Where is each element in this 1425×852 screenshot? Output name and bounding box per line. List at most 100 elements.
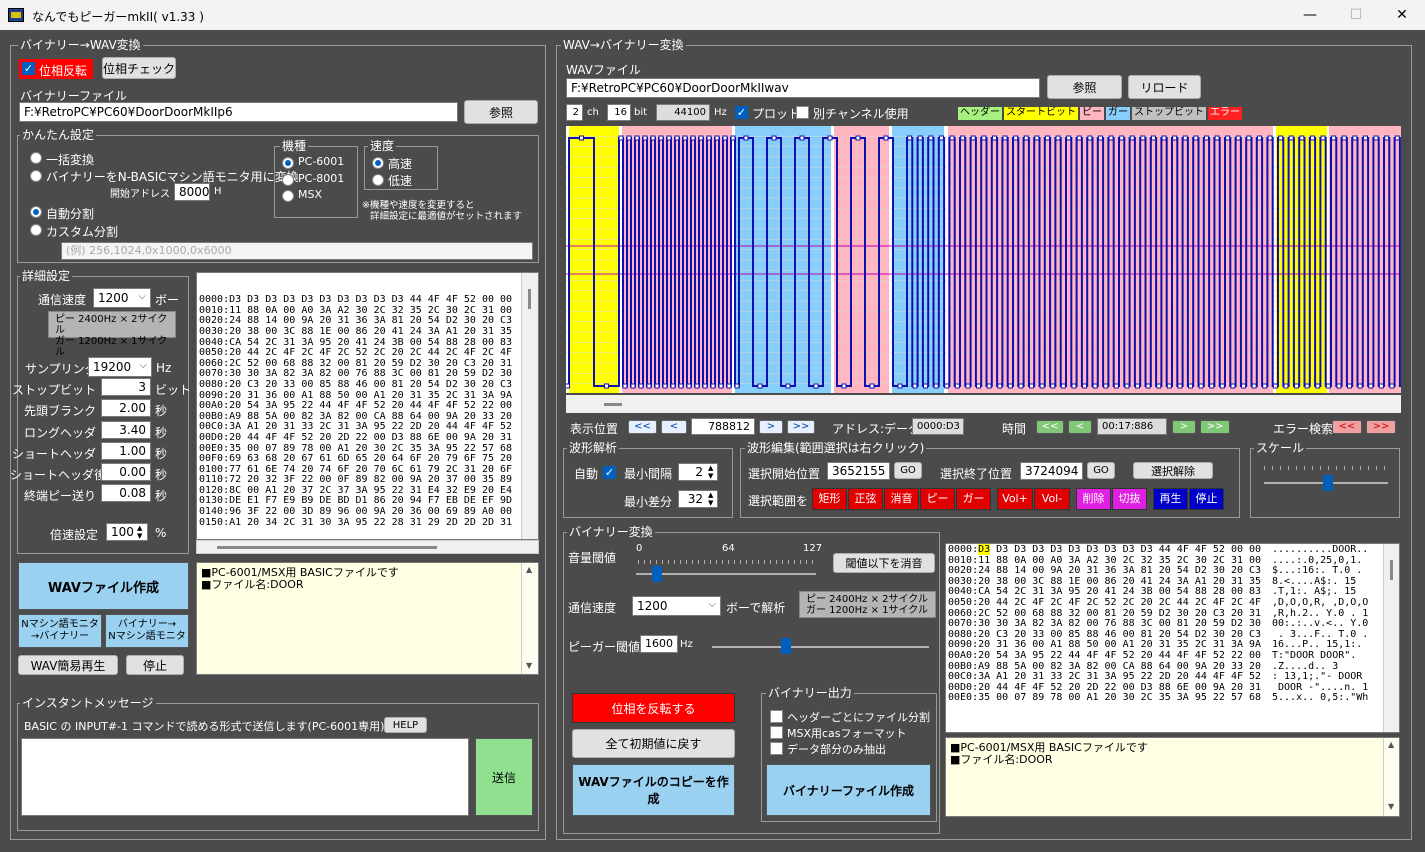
edit-mute-button[interactable]: 消音 (884, 488, 919, 510)
edit-vol-down-button[interactable]: Vol- (1034, 488, 1070, 510)
edit-vol-up-button[interactable]: Vol+ (997, 488, 1033, 510)
custom-split-input[interactable]: (例) 256,1024,0x1000,0x6000 (61, 242, 533, 260)
error-prev-button[interactable]: << (1332, 420, 1362, 434)
edit-play-button[interactable]: 再生 (1153, 488, 1188, 510)
wavfile-browse-button[interactable]: 参照 (1047, 75, 1122, 99)
wavfile-input[interactable]: F:¥RetroPC¥PC60¥DoorDoorMkIIwav (566, 78, 1040, 98)
edit-delete-button[interactable]: 削除 (1076, 488, 1111, 510)
short-header-input[interactable]: 1.00 (101, 442, 151, 460)
sel-start-input[interactable]: 3652155 (827, 462, 890, 480)
scroll-down-icon[interactable]: ▼ (526, 661, 532, 670)
after-short-header-input[interactable]: 0.00 (101, 463, 151, 481)
sel-end-input[interactable]: 3724094 (1020, 462, 1083, 480)
time-next-button[interactable]: > (1172, 420, 1196, 434)
phase-invert-toggle[interactable]: ✓ 位相反転 (19, 59, 93, 79)
display-pos-input[interactable]: 788812 (691, 418, 755, 435)
scroll-down-icon[interactable]: ▼ (1388, 802, 1394, 811)
make-binary-button[interactable]: バイナリーファイル作成 (766, 764, 931, 816)
stopbit-input[interactable]: 3 (101, 378, 151, 396)
sampling-select[interactable]: 19200 (88, 357, 152, 377)
time-first-button[interactable]: << (1036, 420, 1064, 434)
pos-first-button[interactable]: << (628, 420, 657, 434)
pos-next-button[interactable]: > (759, 420, 783, 434)
bin-to-nmon-button[interactable]: バイナリー→ Nマシン語モニタ (105, 614, 189, 648)
auto-split-radio[interactable] (30, 206, 42, 218)
volume-slider-thumb[interactable] (652, 566, 662, 582)
sel-end-go-button[interactable]: GO (1087, 462, 1115, 479)
edit-stop-button[interactable]: 停止 (1189, 488, 1224, 510)
edit-crop-button[interactable]: 切抜 (1112, 488, 1147, 510)
waveform-scroll-thumb[interactable] (604, 403, 622, 406)
right-hex-scroll-thumb[interactable] (1390, 560, 1393, 580)
piga-threshold-input[interactable]: 1600 (640, 635, 678, 653)
left-hex-hscroll-thumb[interactable] (217, 546, 437, 549)
left-stop-button[interactable]: 停止 (126, 655, 184, 675)
send-button[interactable]: 送信 (475, 738, 533, 816)
minimize-button[interactable]: — (1287, 0, 1333, 30)
error-next-button[interactable]: >> (1366, 420, 1396, 434)
nmon-to-bin-button[interactable]: Nマシン語モニタ →バイナリー (18, 614, 102, 648)
nbasic-convert-radio[interactable] (30, 170, 42, 182)
phase-invert-checkbox[interactable]: ✓ (22, 62, 35, 75)
edit-pi-button[interactable]: ピー (920, 488, 955, 510)
mute-below-threshold-button[interactable]: 閾値以下を消音 (833, 553, 935, 573)
left-info-scrollbar[interactable]: ▲ ▼ (521, 563, 538, 674)
split-by-header-checkbox[interactable] (770, 710, 783, 723)
piga-slider-track[interactable] (712, 646, 929, 648)
create-wav-button[interactable]: WAVファイル作成 (18, 562, 189, 610)
piga-slider-thumb[interactable] (781, 638, 791, 654)
phase-check-button[interactable]: 位相チェック (102, 57, 176, 79)
baud-select[interactable]: 1200 (93, 288, 151, 308)
min-interval-spinner-icon[interactable]: ▲ ▼ (708, 464, 713, 480)
right-hex-scrollbar[interactable] (1383, 544, 1399, 732)
speed-mult-spinner-icon[interactable]: ▲ ▼ (137, 524, 142, 540)
instant-message-input[interactable] (21, 738, 469, 816)
long-header-input[interactable]: 3.40 (101, 421, 151, 439)
binfile-input[interactable]: F:¥RetroPC¥PC60¥DoorDoorMkIIp6 (19, 102, 458, 122)
end-feed-input[interactable]: 0.08 (101, 484, 151, 502)
binfile-browse-button[interactable]: 参照 (464, 100, 538, 124)
invert-phase-button[interactable]: 位相を反転する (572, 693, 735, 723)
left-hex-scroll-thumb[interactable] (528, 289, 531, 309)
machine-radio-msx[interactable] (282, 190, 294, 202)
speed-radio-slow[interactable] (372, 174, 384, 186)
left-hex-dump[interactable]: 0000:D3 D3 D3 D3 D3 D3 D3 D3 D3 D3 44 4F… (196, 272, 539, 540)
help-button[interactable]: HELP (384, 717, 427, 733)
min-diff-spinner-icon[interactable]: ▲ ▼ (708, 491, 713, 507)
pos-last-button[interactable]: >> (787, 420, 815, 434)
speed-radio-fast[interactable] (372, 157, 384, 169)
machine-radio-pc6001[interactable] (282, 157, 294, 169)
pos-prev-button[interactable]: < (661, 420, 687, 434)
wav-play-button[interactable]: WAV簡易再生 (18, 655, 118, 675)
maximize-button[interactable]: ☐ (1333, 0, 1379, 30)
waveform-plot[interactable] (566, 126, 1401, 393)
sel-clear-button[interactable]: 選択解除 (1133, 462, 1213, 479)
analysis-baud-select[interactable]: 1200 (632, 596, 721, 616)
sel-start-go-button[interactable]: GO (894, 462, 922, 479)
scale-slider-thumb[interactable] (1323, 475, 1333, 491)
other-channel-checkbox[interactable] (796, 106, 809, 119)
data-only-checkbox[interactable] (770, 742, 783, 755)
copy-wav-button[interactable]: WAVファイルのコピーを作成 (572, 764, 735, 816)
edit-ga-button[interactable]: ガー (956, 488, 991, 510)
custom-split-radio[interactable] (30, 224, 42, 236)
machine-radio-pc8001[interactable] (282, 174, 294, 186)
close-button[interactable]: ✕ (1379, 0, 1425, 30)
batch-convert-radio[interactable] (30, 152, 42, 164)
left-hex-hscrollbar[interactable] (196, 540, 539, 554)
right-hex-dump[interactable]: 0000:D3 D3 D3 D3 D3 D3 D3 D3 D3 D3 44 4F… (945, 543, 1400, 733)
reset-defaults-button[interactable]: 全て初期値に戻す (572, 729, 735, 758)
start-addr-input[interactable]: 8000 (174, 183, 210, 201)
plot-checkbox[interactable]: ✓ (735, 106, 748, 119)
scroll-up-icon[interactable]: ▲ (1388, 740, 1394, 749)
scroll-up-icon[interactable]: ▲ (526, 565, 532, 574)
msx-cas-checkbox[interactable] (770, 726, 783, 739)
waveform-hscrollbar[interactable] (566, 395, 1401, 413)
auto-checkbox[interactable]: ✓ (603, 466, 616, 479)
left-hex-scrollbar[interactable] (521, 273, 538, 539)
time-prev-button[interactable]: < (1068, 420, 1092, 434)
right-info-scrollbar[interactable]: ▲ ▼ (1383, 738, 1399, 816)
edit-sine-button[interactable]: 正弦 (848, 488, 883, 510)
edit-square-button[interactable]: 矩形 (812, 488, 847, 510)
reload-button[interactable]: リロード (1128, 75, 1201, 99)
